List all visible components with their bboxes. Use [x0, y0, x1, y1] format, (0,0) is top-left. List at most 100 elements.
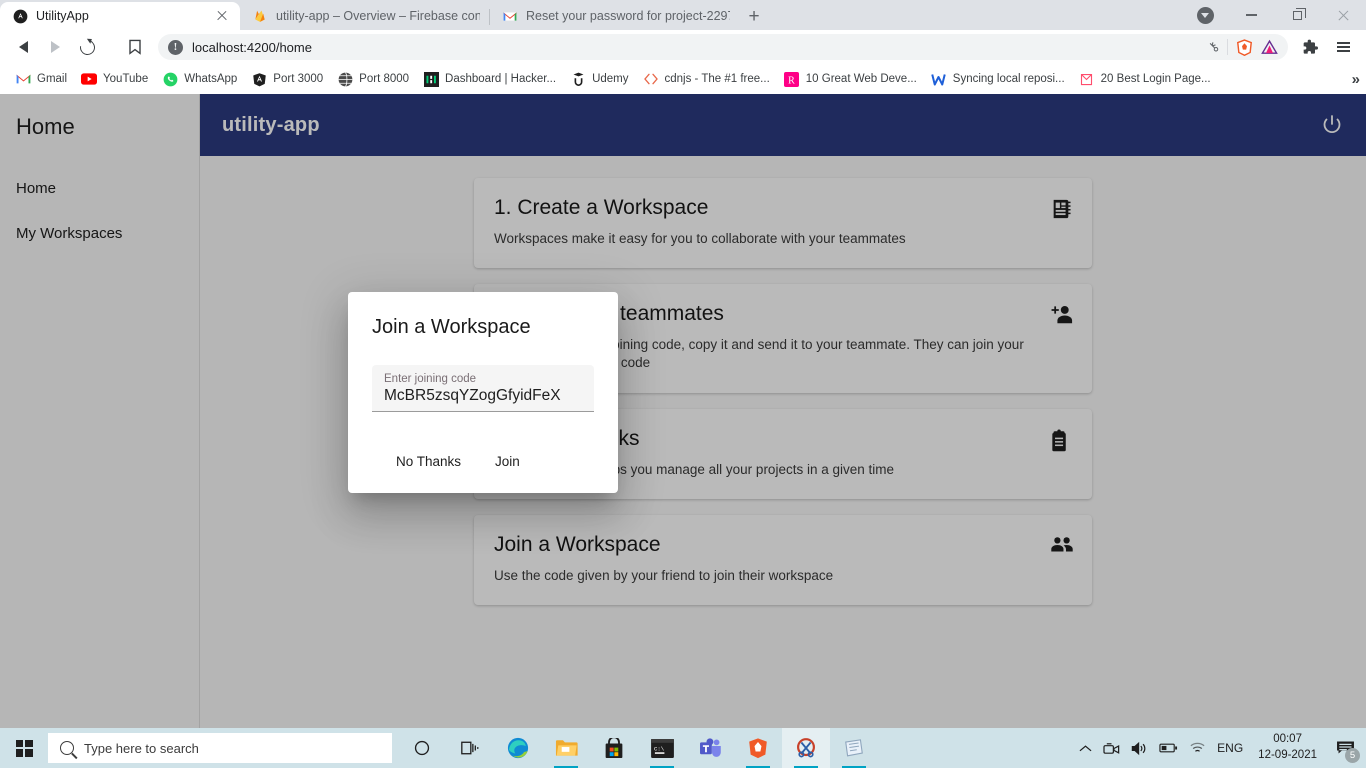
close-window-button[interactable]: [1320, 0, 1366, 30]
search-placeholder: Type here to search: [84, 740, 199, 756]
microsoft-teams-icon[interactable]: [686, 728, 734, 768]
firebase-icon: [252, 8, 268, 24]
brave-extension-icon[interactable]: [1236, 38, 1253, 56]
svg-text:C:\: C:\: [653, 745, 664, 752]
bookmark-udemy[interactable]: Udemy: [563, 68, 635, 90]
bookmark-label: Dashboard | Hacker...: [445, 73, 557, 85]
tab-title: UtilityApp: [36, 9, 89, 23]
dialog-title: Join a Workspace: [372, 316, 531, 338]
windows-start-icon[interactable]: [0, 728, 48, 768]
back-button[interactable]: [8, 32, 38, 62]
browser-toolbar: ! localhost:4200/home ⚷: [0, 30, 1366, 64]
browser-chrome: UtilityApp utility-app – Overview – Fire…: [0, 0, 1366, 94]
extensions-icon[interactable]: [1296, 32, 1326, 62]
bookmark-youtube[interactable]: YouTube: [74, 68, 155, 90]
not-secure-icon[interactable]: !: [168, 39, 183, 55]
join-workspace-dialog: Join a Workspace Enter joining code McBR…: [348, 292, 618, 493]
bookmark-label: Port 3000: [273, 73, 324, 85]
meet-now-icon[interactable]: [1103, 741, 1120, 756]
bookmark-whatsapp[interactable]: WhatsApp: [155, 68, 244, 90]
bookmark-10-great-web-dev[interactable]: R 10 Great Web Deve...: [777, 68, 924, 90]
forward-button[interactable]: [40, 32, 70, 62]
volume-icon[interactable]: [1131, 741, 1148, 756]
w-icon: [931, 71, 947, 87]
password-key-icon[interactable]: ⚷: [1205, 38, 1223, 56]
joining-code-input[interactable]: McBR5zsqYZogGfyidFeX: [384, 387, 582, 405]
globe-icon: [337, 71, 353, 87]
notification-count-badge: 5: [1345, 748, 1360, 763]
hackerearth-icon: [423, 71, 439, 87]
bookmark-label: Port 8000: [359, 73, 410, 85]
browser-menu-button[interactable]: [1328, 32, 1358, 62]
clock-time: 00:07: [1273, 733, 1302, 746]
wifi-icon[interactable]: [1189, 741, 1206, 755]
browser-tab-gmail[interactable]: Reset your password for project-22974: [489, 2, 740, 30]
close-icon[interactable]: [214, 8, 230, 24]
maximize-button[interactable]: [1274, 0, 1320, 30]
minimize-button[interactable]: [1228, 0, 1274, 30]
bookmark-cdnjs[interactable]: cdnjs - The #1 free...: [636, 68, 777, 90]
sticky-notes-icon[interactable]: [830, 728, 878, 768]
bookmark-port-8000[interactable]: Port 8000: [330, 68, 416, 90]
whatsapp-icon: [162, 71, 178, 87]
cortana-icon[interactable]: [398, 728, 446, 768]
taskbar-items: C:\: [398, 728, 878, 768]
file-explorer-icon[interactable]: [542, 728, 590, 768]
window-controls: [1182, 0, 1366, 30]
gmail-icon: [502, 8, 518, 24]
system-tray: ENG 00:07 12-09-2021 5: [1079, 732, 1366, 763]
joining-code-field[interactable]: Enter joining code McBR5zsqYZogGfyidFeX: [372, 365, 594, 412]
bookmarks-overflow-button[interactable]: »: [1352, 71, 1360, 88]
terminal-icon[interactable]: C:\: [638, 728, 686, 768]
no-thanks-button[interactable]: No Thanks: [384, 446, 473, 477]
bookmark-20-best-login-pages[interactable]: 20 Best Login Page...: [1072, 68, 1218, 90]
modal-overlay[interactable]: [0, 94, 1366, 728]
bookmark-label: Syncing local reposi...: [952, 73, 1065, 85]
angular-icon: [251, 71, 267, 87]
divider: [1227, 39, 1228, 55]
bookmark-syncing-local-repository[interactable]: Syncing local reposi...: [924, 68, 1072, 90]
udemy-icon: [570, 71, 586, 87]
bookmark-label: cdnjs - The #1 free...: [664, 73, 770, 85]
bookmark-port-3000[interactable]: Port 3000: [244, 68, 330, 90]
taskbar-clock[interactable]: 00:07 12-09-2021: [1254, 732, 1321, 763]
battery-icon[interactable]: [1159, 742, 1178, 754]
browser-tab-firebase[interactable]: utility-app – Overview – Firebase cons: [240, 2, 490, 30]
bookmark-label: YouTube: [103, 73, 149, 85]
browser-tab-utilityapp[interactable]: UtilityApp: [0, 2, 240, 30]
notifications-icon[interactable]: 5: [1332, 735, 1360, 763]
bookmark-star-icon[interactable]: [120, 32, 150, 62]
url-text: localhost:4200/home: [192, 39, 312, 55]
reload-button[interactable]: [72, 32, 102, 62]
tab-title: utility-app – Overview – Firebase cons: [276, 9, 480, 23]
clock-date: 12-09-2021: [1258, 749, 1317, 761]
microsoft-store-icon[interactable]: [590, 728, 638, 768]
medium-r-icon: R: [784, 71, 800, 87]
snipping-tool-icon[interactable]: [782, 728, 830, 768]
bookmark-label: Udemy: [592, 73, 629, 85]
joining-code-label: Enter joining code: [384, 373, 477, 385]
new-tab-button[interactable]: +: [740, 2, 768, 30]
bookmark-label: 10 Great Web Deve...: [805, 73, 917, 85]
bookmarks-bar: Gmail YouTube WhatsApp Port 3000 Port 80: [0, 64, 1366, 94]
chevron-up-icon[interactable]: [1079, 744, 1092, 753]
gmail-icon: [15, 71, 31, 87]
address-bar[interactable]: ! localhost:4200/home ⚷: [158, 34, 1288, 60]
brave-browser-icon[interactable]: [734, 728, 782, 768]
bracket-icon: [1079, 71, 1095, 87]
chrome-update-button[interactable]: [1182, 0, 1228, 30]
join-button[interactable]: Join: [483, 446, 532, 477]
bookmark-gmail[interactable]: Gmail: [8, 68, 74, 90]
bat-extension-icon[interactable]: [1261, 39, 1278, 56]
windows-taskbar: Type here to search C:\ ENG 00:07 12-09-…: [0, 728, 1366, 768]
tab-strip: UtilityApp utility-app – Overview – Fire…: [0, 0, 1366, 30]
bookmark-label: WhatsApp: [184, 73, 238, 85]
youtube-icon: [81, 71, 98, 87]
app-viewport: Home Home My Workspaces utility-app 1. C…: [0, 94, 1366, 728]
task-view-icon[interactable]: [446, 728, 494, 768]
bookmark-label: Gmail: [37, 73, 68, 85]
microsoft-edge-icon[interactable]: [494, 728, 542, 768]
language-indicator[interactable]: ENG: [1217, 741, 1243, 755]
search-input[interactable]: Type here to search: [48, 733, 392, 763]
bookmark-dashboard-hackerearth[interactable]: Dashboard | Hacker...: [416, 68, 563, 90]
